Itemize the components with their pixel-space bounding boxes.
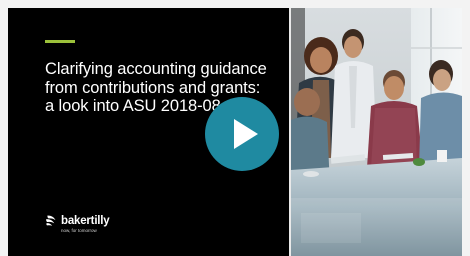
play-button[interactable] [205, 97, 279, 171]
bakertilly-logo: bakertilly now, for tomorrow [45, 214, 110, 233]
video-thumbnail[interactable]: Clarifying accounting guidance from cont… [8, 8, 462, 256]
brand-tagline: now, for tomorrow [61, 228, 97, 233]
brand-name: bakertilly [61, 214, 110, 227]
meeting-photo-image [291, 8, 462, 256]
accent-bar [45, 40, 75, 43]
play-icon [234, 119, 258, 149]
video-title-line-2: from contributions and grants: [45, 78, 261, 97]
video-title-line-1: Clarifying accounting guidance [45, 60, 267, 78]
meeting-photo [291, 8, 462, 256]
bakertilly-mark-icon [46, 215, 56, 226]
